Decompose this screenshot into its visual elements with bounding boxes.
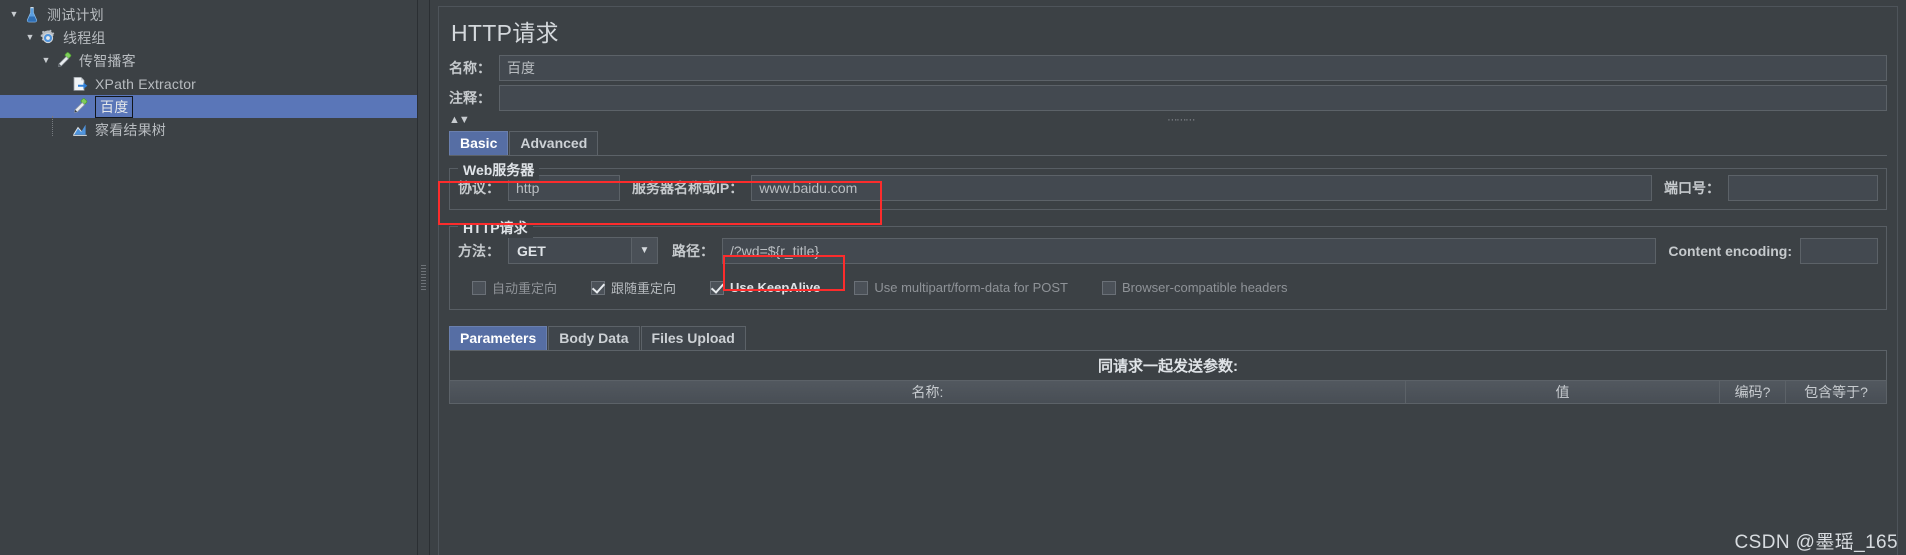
- http-request-group-title: HTTP请求: [458, 218, 533, 238]
- parameters-banner: 同请求一起发送参数:: [449, 351, 1887, 381]
- parameters-table-header: 名称: 值 编码? 包含等于?: [449, 381, 1887, 404]
- pipette-icon: [54, 51, 74, 70]
- checkbox-use-multipart[interactable]: Use multipart/form-data for POST: [854, 280, 1068, 295]
- tree-item-label: 察看结果树: [95, 121, 166, 138]
- checkbox-label: 跟随重定向: [611, 281, 677, 296]
- tab-files-upload[interactable]: Files Upload: [640, 326, 746, 350]
- checkbox-label: Use KeepAlive: [730, 280, 821, 295]
- request-options-row: 自动重定向 跟随重定向 Use KeepAlive Use multipart/…: [458, 278, 1878, 297]
- tree-item-label: 测试计划: [47, 6, 104, 23]
- collapse-arrows-icon[interactable]: ▲▼: [449, 114, 470, 126]
- gear-icon: [38, 29, 58, 47]
- parameters-tabstrip[interactable]: Parameters Body Data Files Upload: [449, 326, 1887, 351]
- checkbox-box-icon[interactable]: [710, 280, 725, 295]
- checkbox-label: 自动重定向: [492, 281, 558, 296]
- chart-icon: [70, 121, 90, 139]
- http-request-group: HTTP请求 方法： GET ▼ 路径： /?wd=${r_title} Con…: [449, 218, 1887, 310]
- name-label: 名称：: [449, 60, 491, 76]
- server-name-label: 服务器名称或IP：: [632, 180, 744, 196]
- main-tabstrip[interactable]: Basic Advanced: [449, 131, 1887, 156]
- splitter-grip-icon[interactable]: [421, 264, 426, 291]
- comment-label: 注释：: [449, 90, 491, 106]
- http-request-editor: HTTP请求 名称： 百度 注释： ▲▼ ⋯⋯⋯ Basic Advanced …: [430, 0, 1906, 555]
- tree-item-thread-group[interactable]: ▼ 线程组: [0, 26, 417, 49]
- tree-item-baidu[interactable]: ▼ 百度: [0, 95, 417, 118]
- checkbox-box-icon[interactable]: [591, 280, 606, 295]
- method-value: GET: [517, 242, 546, 259]
- chevron-down-icon[interactable]: ▼: [22, 30, 38, 46]
- method-path-row: 方法： GET ▼ 路径： /?wd=${r_title} Content en…: [458, 237, 1878, 264]
- watermark: CSDN @墨瑶_165: [1734, 532, 1898, 553]
- checkbox-box-icon[interactable]: [854, 280, 869, 295]
- pipette-icon: [70, 97, 90, 116]
- method-dropdown[interactable]: GET ▼: [508, 237, 658, 264]
- tab-body-data[interactable]: Body Data: [548, 326, 640, 350]
- name-input[interactable]: 百度: [499, 55, 1887, 81]
- tree-item-label: XPath Extractor: [95, 75, 197, 92]
- page-title: HTTP请求: [451, 20, 559, 46]
- checkbox-auto-redirect[interactable]: 自动重定向: [472, 278, 557, 297]
- chevron-down-icon[interactable]: ▼: [38, 53, 54, 69]
- chevron-down-icon[interactable]: ▼: [631, 238, 657, 263]
- checkbox-use-keepalive[interactable]: Use KeepAlive: [710, 280, 820, 295]
- tab-basic[interactable]: Basic: [449, 131, 509, 155]
- tree-item-view-results-tree[interactable]: ▼ 察看结果树: [0, 118, 417, 141]
- checkbox-box-icon[interactable]: [1101, 280, 1116, 295]
- column-header-name[interactable]: 名称:: [450, 381, 1406, 403]
- tree-item-xpath-extractor[interactable]: ▼ XPath Extractor: [0, 72, 417, 95]
- comment-row: 注释：: [449, 85, 1887, 111]
- chevron-down-icon[interactable]: ▼: [6, 7, 22, 23]
- web-server-group: Web服务器 协议： http 服务器名称或IP： www.baidu.com …: [449, 160, 1887, 210]
- path-input[interactable]: /?wd=${r_title}: [722, 237, 1657, 264]
- section-collapse-bar[interactable]: ▲▼ ⋯⋯⋯: [449, 113, 1887, 127]
- comment-input[interactable]: [499, 85, 1887, 111]
- jmeter-window: ▼ 测试计划 ▼ 线程组 ▼ 传智播客 XPath Extractor 百度 察…: [0, 0, 1906, 555]
- web-server-group-title: Web服务器: [458, 160, 540, 180]
- splitter-track[interactable]: ⋯⋯⋯: [475, 115, 1887, 126]
- tree-item-label: 线程组: [63, 29, 106, 46]
- port-label: 端口号：: [1664, 180, 1720, 196]
- web-server-row: 协议： http 服务器名称或IP： www.baidu.com 端口号：: [458, 175, 1878, 201]
- port-input[interactable]: [1728, 175, 1878, 201]
- panel-splitter[interactable]: [418, 0, 430, 555]
- splitter-dots-icon: ⋯⋯⋯: [1167, 114, 1195, 126]
- checkbox-label: Browser-compatible headers: [1121, 280, 1288, 295]
- flask-icon: [22, 6, 42, 24]
- tree-item-label: 百度: [95, 95, 134, 118]
- tree-item-chuanzhi[interactable]: ▼ 传智播客: [0, 49, 417, 72]
- test-plan-tree[interactable]: ▼ 测试计划 ▼ 线程组 ▼ 传智播客 XPath Extractor 百度 察…: [0, 0, 418, 555]
- column-header-encode[interactable]: 编码?: [1720, 381, 1786, 403]
- path-label: 路径：: [672, 242, 714, 259]
- content-encoding-input[interactable]: [1800, 237, 1878, 264]
- content-encoding-label: Content encoding:: [1668, 242, 1792, 259]
- tab-advanced[interactable]: Advanced: [509, 131, 599, 155]
- document-arrow-icon: [70, 75, 90, 93]
- tree-item-label: 传智播客: [79, 52, 136, 69]
- checkbox-label: Use multipart/form-data for POST: [874, 280, 1068, 295]
- tab-parameters[interactable]: Parameters: [449, 326, 548, 350]
- checkbox-box-icon[interactable]: [472, 280, 486, 295]
- checkbox-browser-compatible-headers[interactable]: Browser-compatible headers: [1101, 280, 1288, 295]
- name-row: 名称： 百度: [449, 55, 1887, 81]
- protocol-label: 协议：: [458, 180, 500, 196]
- tree-item-test-plan[interactable]: ▼ 测试计划: [0, 3, 417, 26]
- checkbox-follow-redirect[interactable]: 跟随重定向: [591, 278, 676, 297]
- server-name-input[interactable]: www.baidu.com: [751, 175, 1652, 201]
- column-header-value[interactable]: 值: [1406, 381, 1720, 403]
- parameters-section: Parameters Body Data Files Upload 同请求一起发…: [449, 326, 1887, 404]
- method-label: 方法：: [458, 242, 500, 259]
- column-header-include-equals[interactable]: 包含等于?: [1786, 381, 1886, 403]
